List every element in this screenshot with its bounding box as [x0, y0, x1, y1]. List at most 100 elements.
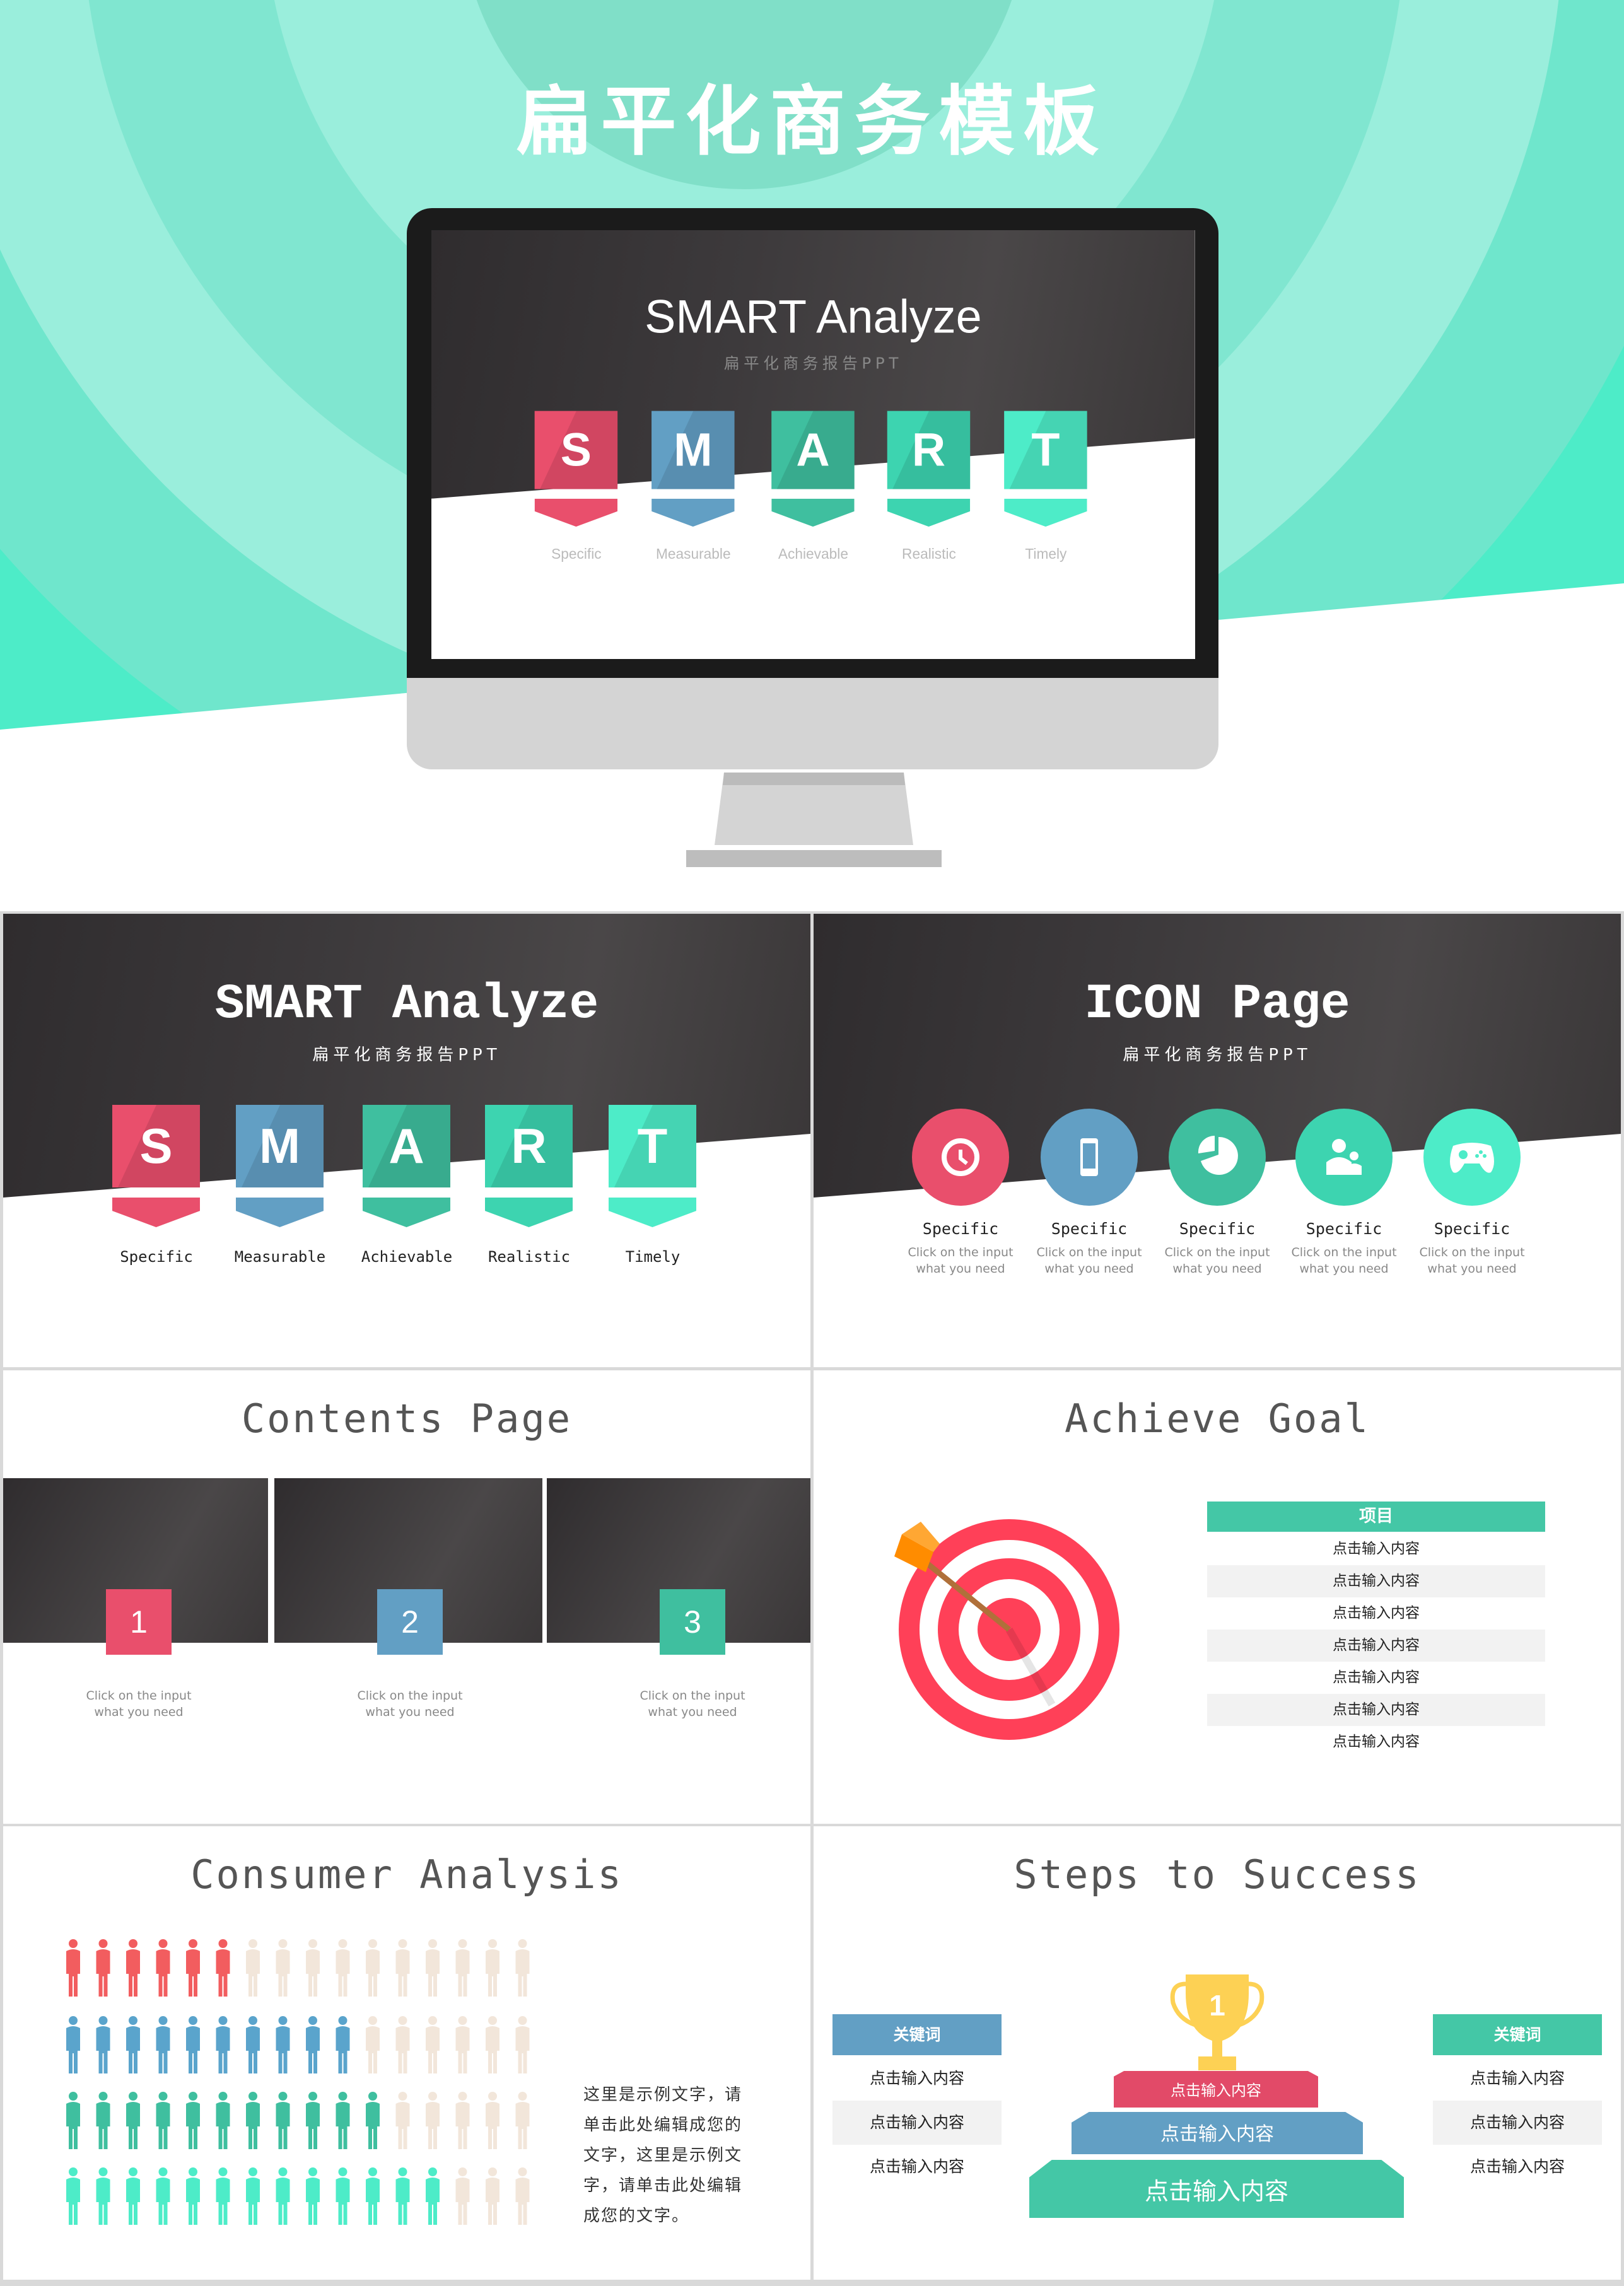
slide-subtitle: 扁平化商务报告PPT	[1123, 1046, 1312, 1064]
slide-title: SMART Analyze	[645, 290, 982, 343]
person-icon	[66, 2016, 80, 2073]
person-icon	[186, 2016, 200, 2073]
icon-circle-gamepad[interactable]	[1423, 1108, 1521, 1206]
left-keyword-item[interactable]: 点击输入内容	[832, 2145, 1002, 2189]
smart-arrow-tag	[609, 1198, 696, 1227]
person-icon	[306, 1939, 320, 1997]
person-icon	[246, 2092, 260, 2149]
person-icon	[395, 2167, 410, 2225]
description-text-line: 字，请单击此处编辑	[583, 2176, 743, 2195]
right-keyword-item[interactable]: 点击输入内容	[1433, 2101, 1602, 2145]
smart-letter-box: M	[236, 1105, 324, 1187]
person-icon	[96, 2167, 110, 2225]
person-icon	[186, 2167, 200, 2225]
person-icon	[66, 1939, 80, 1997]
slide-steps-to-success[interactable]: Steps to Success 关键词 关键词 点击输入内容 点击输入内容 点击输…	[814, 1826, 1621, 2280]
slide-smart-analyze[interactable]: SMART Analyze 扁平化商务报告PPT S Specific M Measura…	[3, 914, 810, 1367]
slide-icon-page[interactable]: ICON Page 扁平化商务报告PPT Specific Click on th…	[814, 914, 1621, 1367]
slide-title: Consumer Analysis	[190, 1852, 623, 1898]
person-icon	[156, 2167, 170, 2225]
table-row[interactable]: 点击输入内容	[1207, 1630, 1545, 1662]
table-row[interactable]: 点击输入内容	[1207, 1597, 1545, 1630]
person-icon	[276, 2016, 290, 2073]
person-icon	[426, 2016, 440, 2073]
content-number-badge[interactable]: 1	[106, 1589, 172, 1655]
smart-arrow-tag	[534, 498, 618, 527]
person-icon	[366, 1939, 380, 1997]
table-row[interactable]: 点击输入内容	[1207, 1662, 1545, 1694]
person-icon	[216, 2016, 230, 2073]
person-icon	[96, 2016, 110, 2073]
person-icon	[426, 2092, 440, 2149]
content-number-badge[interactable]: 3	[660, 1589, 725, 1655]
smart-letter-box: A	[771, 411, 855, 489]
person-icon	[486, 2016, 499, 2073]
smart-arrow-tag	[651, 498, 735, 527]
smart-label: Achievable	[778, 546, 848, 563]
slide-achieve-goal[interactable]: Achieve Goal 项目 点击输入内容 点击输入内容 点击输入内容 点击输入内容…	[814, 1370, 1621, 1824]
smart-letter-box: S	[534, 411, 618, 489]
left-keyword-item[interactable]: 点击输入内容	[832, 2101, 1002, 2145]
smart-label: Specific	[120, 1248, 193, 1266]
hero-section: 扁平化商务模板 SMART Analyze 扁平化商务报告PPT S Specific…	[0, 0, 1624, 911]
smart-arrow-tag	[236, 1198, 324, 1227]
person-icon	[366, 2167, 380, 2225]
slide-contents-page[interactable]: Contents Page 1 Click on the input what yo…	[3, 1370, 810, 1824]
right-keyword-item[interactable]: 点击输入内容	[1433, 2056, 1602, 2101]
target-icon	[894, 1519, 1119, 1740]
person-icon	[515, 2092, 530, 2149]
person-icon	[216, 2167, 230, 2225]
person-icon	[366, 2016, 380, 2073]
smart-label: Measurable	[655, 546, 731, 563]
smart-letter-box: T	[1004, 411, 1087, 489]
person-icon	[246, 1939, 260, 1997]
slide-title: Achieve Goal	[1065, 1396, 1370, 1442]
smart-label: Measurable	[234, 1248, 326, 1266]
person-icon	[306, 2167, 320, 2225]
slide-title: Contents Page	[241, 1396, 573, 1442]
icon-circle-clock[interactable]	[911, 1108, 1010, 1206]
smart-arrow-tag	[771, 498, 855, 527]
smart-label: Realistic	[488, 1248, 571, 1266]
smart-letter-box: R	[485, 1105, 573, 1187]
people-chart	[66, 1939, 530, 2225]
hero-title: 扁平化商务模板	[516, 78, 1108, 166]
right-keyword-header: 关键词	[1433, 2014, 1602, 2055]
smart-arrow-tag	[887, 498, 971, 527]
podium-step-3: 点击输入内容	[1029, 2160, 1404, 2218]
table-row[interactable]: 点击输入内容	[1207, 1726, 1545, 1758]
slide-title: SMART Analyze	[214, 977, 599, 1032]
smart-arrow-tag	[485, 1198, 573, 1227]
monitor-chin	[407, 678, 1218, 769]
icon-label: Specific	[1051, 1220, 1128, 1238]
right-keyword-item[interactable]: 点击输入内容	[1433, 2145, 1602, 2189]
person-icon	[246, 2167, 260, 2225]
person-icon	[395, 1939, 410, 1997]
icon-circle-users[interactable]	[1295, 1108, 1393, 1206]
person-icon	[455, 1939, 470, 1997]
description-text-line: 文字，这里是示例文	[583, 2146, 743, 2165]
description-text-line: 成您的文字。	[583, 2207, 690, 2225]
person-icon	[455, 2167, 470, 2225]
person-icon	[156, 1939, 170, 1997]
icon-circle-smartphone[interactable]	[1040, 1108, 1138, 1206]
trophy-number: 1	[1209, 1989, 1225, 2022]
person-icon	[486, 2092, 499, 2149]
table-row[interactable]: 点击输入内容	[1207, 1533, 1545, 1565]
slide-title: Steps to Success	[1014, 1852, 1421, 1898]
smartphone-icon	[1080, 1138, 1098, 1176]
smart-label: Realistic	[902, 546, 956, 563]
content-number-badge[interactable]: 2	[377, 1589, 443, 1655]
left-keyword-header: 关键词	[832, 2014, 1002, 2055]
smart-letter-box: A	[363, 1105, 450, 1187]
person-icon	[156, 2016, 170, 2073]
left-keyword-item[interactable]: 点击输入内容	[832, 2056, 1002, 2101]
slide-consumer-analysis[interactable]: Consumer Analysis 这里是示例文字，请 单击此处编辑成您的 文字，这…	[3, 1826, 810, 2280]
person-icon	[156, 2092, 170, 2149]
icon-circle-pie-chart[interactable]	[1168, 1108, 1266, 1206]
smart-label: Timely	[625, 1248, 681, 1266]
table-row[interactable]: 点击输入内容	[1207, 1565, 1545, 1597]
person-icon	[216, 1939, 230, 1997]
smart-label: Specific	[551, 546, 602, 563]
table-row[interactable]: 点击输入内容	[1207, 1694, 1545, 1726]
